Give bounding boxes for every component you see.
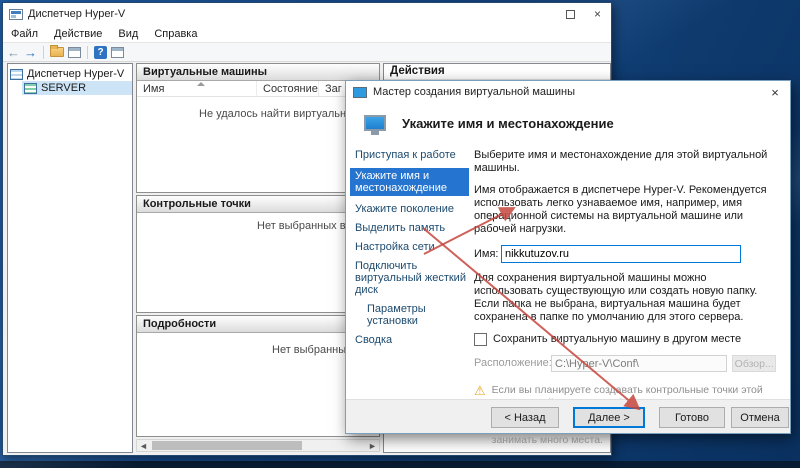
- step-name-location[interactable]: Укажите имя и местонахождение: [350, 168, 469, 196]
- new-window-icon[interactable]: [111, 47, 124, 58]
- horizontal-scrollbar[interactable]: ◄ ►: [136, 439, 380, 452]
- folder-icon[interactable]: [50, 47, 64, 57]
- close-button[interactable]: ×: [584, 3, 611, 25]
- help-icon[interactable]: ?: [94, 46, 107, 59]
- actions-header: Действия: [384, 64, 610, 80]
- name-label: Имя:: [474, 248, 501, 261]
- store-elsewhere-checkbox[interactable]: [474, 333, 487, 346]
- wizard-page-header: Укажите имя и местонахождение: [346, 103, 790, 143]
- scroll-left-icon[interactable]: ◄: [137, 440, 150, 451]
- step-virtual-disk[interactable]: Подключить виртуальный жесткий диск: [355, 260, 469, 296]
- step-getting-started[interactable]: Приступая к работе: [355, 149, 469, 161]
- server-node-icon: [24, 83, 37, 94]
- wizard-footer: < Назад Далее > Готово Отмена: [346, 399, 790, 433]
- window-title: Диспетчер Hyper-V: [28, 8, 557, 20]
- toolbar: ← → ?: [3, 43, 611, 62]
- console-window-icon[interactable]: [68, 47, 81, 58]
- menu-file[interactable]: Файл: [3, 25, 46, 42]
- sort-ascending-icon: [197, 82, 205, 86]
- details-header: Подробности: [137, 316, 379, 333]
- finish-button[interactable]: Готово: [659, 407, 725, 428]
- location-input: [551, 355, 727, 372]
- name-hint-text: Имя отображается в диспетчере Hyper-V. Р…: [474, 184, 776, 236]
- menu-view[interactable]: Вид: [110, 25, 146, 42]
- scrollbar-track[interactable]: [150, 440, 366, 451]
- tree-root-hyperv[interactable]: Диспетчер Hyper-V: [8, 67, 132, 81]
- browse-button: Обзор...: [732, 355, 776, 372]
- virtual-machines-section: Виртуальные машины Имя Состояние Заг Не …: [136, 63, 380, 193]
- maximize-button[interactable]: [557, 3, 584, 25]
- location-label: Расположение:: [474, 357, 546, 370]
- intro-text: Выберите имя и местонахождение для этой …: [474, 149, 776, 175]
- step-summary[interactable]: Сводка: [355, 334, 469, 346]
- wizard-title-bar: Мастер создания виртуальной машины ×: [346, 81, 790, 103]
- forward-arrow-icon[interactable]: →: [24, 46, 37, 59]
- vm-list-column-headers: Имя Состояние Заг: [137, 81, 379, 97]
- step-generation[interactable]: Укажите поколение: [355, 203, 469, 215]
- scrollbar-thumb[interactable]: [152, 441, 302, 450]
- new-vm-wizard-dialog: Мастер создания виртуальной машины × Ука…: [345, 80, 791, 434]
- page-monitor-icon: [364, 115, 386, 131]
- step-networking[interactable]: Настройка сети: [355, 241, 469, 253]
- hyperv-node-icon: [10, 69, 23, 80]
- console-tree-panel: Диспетчер Hyper-V SERVER: [7, 63, 133, 453]
- vm-name-input[interactable]: [501, 245, 741, 263]
- menu-bar: Файл Действие Вид Справка: [3, 25, 611, 43]
- back-button[interactable]: < Назад: [491, 407, 559, 428]
- tree-item-server[interactable]: SERVER: [22, 81, 132, 95]
- column-state[interactable]: Состояние: [257, 81, 319, 96]
- toolbar-separator: [87, 46, 88, 59]
- title-bar: Диспетчер Hyper-V ×: [3, 3, 611, 25]
- wizard-page-title: Укажите имя и местонахождение: [402, 116, 614, 131]
- taskbar-edge: [0, 461, 800, 468]
- menu-action[interactable]: Действие: [46, 25, 110, 42]
- hyperv-app-icon: [9, 9, 23, 20]
- checkpoints-section: Контрольные точки Нет выбранных виртуаль…: [136, 195, 380, 313]
- wizard-monitor-icon: [353, 87, 367, 98]
- step-memory[interactable]: Выделить память: [355, 222, 469, 234]
- next-button[interactable]: Далее >: [573, 407, 645, 428]
- wizard-window-title: Мастер создания виртуальной машины: [373, 86, 760, 98]
- details-section: Подробности Нет выбранных элем: [136, 315, 380, 437]
- store-elsewhere-label: Сохранить виртуальную машину в другом ме…: [493, 333, 741, 346]
- scroll-right-icon[interactable]: ►: [366, 440, 379, 451]
- back-arrow-icon[interactable]: ←: [7, 46, 20, 59]
- folder-hint-text: Для сохранения виртуальной машины можно …: [474, 272, 776, 324]
- wizard-close-icon[interactable]: ×: [760, 81, 790, 103]
- checkpoints-header: Контрольные точки: [137, 196, 379, 213]
- step-install-options[interactable]: Параметры установки: [367, 303, 469, 327]
- toolbar-separator: [43, 46, 44, 59]
- wizard-steps-nav: Приступая к работе Укажите имя и местона…: [355, 149, 469, 353]
- center-panel: Виртуальные машины Имя Состояние Заг Не …: [136, 63, 380, 453]
- menu-help[interactable]: Справка: [146, 25, 205, 42]
- cancel-button[interactable]: Отмена: [731, 407, 789, 428]
- virtual-machines-header: Виртуальные машины: [137, 64, 379, 81]
